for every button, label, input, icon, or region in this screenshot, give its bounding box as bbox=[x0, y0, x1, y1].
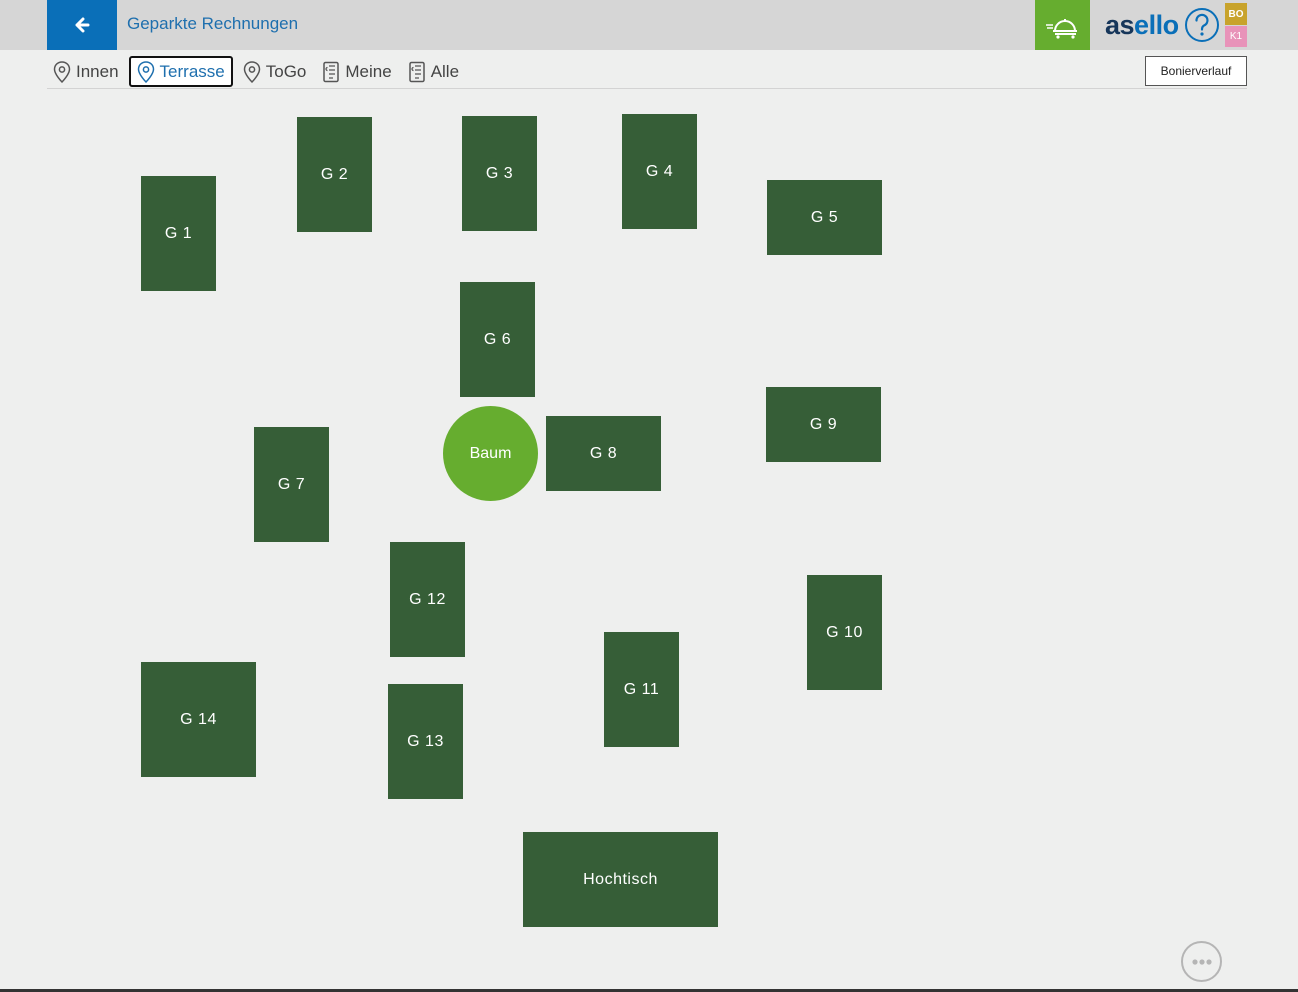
food-delivery-icon bbox=[1045, 19, 1077, 39]
tab-meine[interactable]: Meine bbox=[316, 56, 397, 87]
table-g4[interactable]: G 4 bbox=[622, 114, 697, 229]
table-g10[interactable]: G 10 bbox=[807, 575, 882, 690]
tree-baum: Baum bbox=[443, 406, 538, 501]
question-mark-icon bbox=[1185, 8, 1219, 42]
ellipsis-icon bbox=[1191, 958, 1212, 965]
location-pin-icon bbox=[53, 60, 71, 83]
table-g5[interactable]: G 5 bbox=[767, 180, 882, 255]
table-g7[interactable]: G 7 bbox=[254, 427, 329, 542]
bonierverlauf-button[interactable]: Bonierverlauf bbox=[1145, 56, 1247, 86]
arrow-left-icon bbox=[75, 17, 90, 33]
table-g2[interactable]: G 2 bbox=[297, 117, 372, 232]
back-button[interactable] bbox=[47, 0, 117, 50]
tab-label: Innen bbox=[76, 61, 119, 81]
tab-label: Alle bbox=[430, 61, 460, 81]
table-g12[interactable]: G 12 bbox=[390, 542, 465, 657]
page-title: Geparkte Rechnungen bbox=[127, 14, 299, 33]
tab-togo[interactable]: ToGo bbox=[237, 56, 313, 87]
delivery-button[interactable] bbox=[1035, 0, 1090, 50]
more-options-button[interactable] bbox=[1181, 941, 1222, 982]
asello-logo: asello bbox=[1105, 10, 1179, 41]
tab-alle[interactable]: Alle bbox=[402, 56, 465, 87]
logo-text-part1: as bbox=[1105, 10, 1135, 40]
location-pin-icon bbox=[137, 60, 154, 83]
table-g8[interactable]: G 8 bbox=[546, 416, 661, 491]
table-g6[interactable]: G 6 bbox=[460, 282, 535, 397]
table-hochtisch[interactable]: Hochtisch bbox=[523, 832, 718, 927]
user-badge-bo[interactable]: BO bbox=[1225, 3, 1247, 25]
tabs-divider bbox=[47, 88, 1247, 89]
tab-label: Terrasse bbox=[159, 61, 225, 81]
tab-label: ToGo bbox=[265, 61, 307, 81]
table-g9[interactable]: G 9 bbox=[766, 387, 881, 462]
table-g14[interactable]: G 14 bbox=[141, 662, 256, 777]
tab-terrasse[interactable]: Terrasse bbox=[128, 56, 233, 87]
table-g3[interactable]: G 3 bbox=[462, 116, 537, 231]
table-g13[interactable]: G 13 bbox=[388, 684, 463, 799]
tab-innen[interactable]: Innen bbox=[47, 56, 125, 87]
table-g1[interactable]: G 1 bbox=[141, 176, 216, 291]
location-pin-icon bbox=[243, 60, 260, 83]
table-g11[interactable]: G 11 bbox=[604, 632, 679, 747]
register-badge-k1[interactable]: K1 bbox=[1225, 26, 1247, 47]
receipt-icon bbox=[323, 61, 340, 82]
tab-label: Meine bbox=[345, 61, 392, 81]
logo-text-part2: ello bbox=[1134, 10, 1179, 40]
receipt-icon bbox=[408, 61, 425, 82]
top-bar: Geparkte Rechnungen asello BO K1 bbox=[0, 0, 1298, 50]
help-button[interactable] bbox=[1184, 7, 1220, 43]
area-tabs: Innen Terrasse ToGo Meine Alle bbox=[47, 56, 469, 87]
